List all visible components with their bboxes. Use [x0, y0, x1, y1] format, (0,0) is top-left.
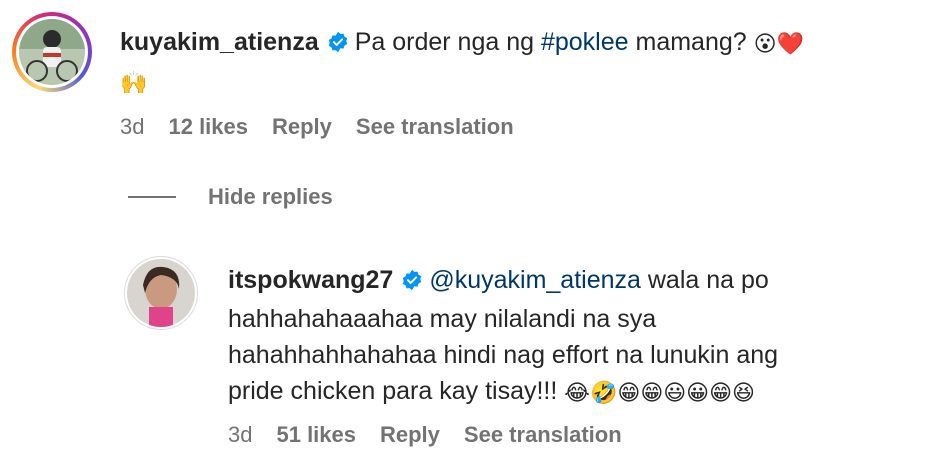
- commenter-username[interactable]: kuyakim_atienza: [120, 28, 319, 56]
- hide-replies-toggle[interactable]: Hide replies: [128, 184, 333, 210]
- commenter-avatar[interactable]: [12, 12, 92, 92]
- replier-username[interactable]: itspokwang27: [228, 266, 393, 294]
- comment-text-suffix: mamang?: [628, 28, 747, 56]
- comment-likes[interactable]: 12 likes: [168, 114, 248, 140]
- comment-see-translation[interactable]: See translation: [356, 114, 514, 140]
- mention-link[interactable]: @kuyakim_atienza: [429, 266, 641, 294]
- comment-meta: 3d 12 likes Reply See translation: [120, 114, 514, 140]
- reply-text-line2: hahhahahaaahaa may nilalandi na sya: [228, 305, 657, 333]
- reply-meta: 3d 51 likes Reply See translation: [228, 422, 622, 448]
- verified-badge-icon: [327, 27, 349, 63]
- comment-body: kuyakim_atienza Pa order nga ng #poklee m…: [120, 24, 910, 99]
- reply-timestamp[interactable]: 3d: [228, 422, 252, 448]
- reply-body: itspokwang27 @kuyakim_atienza wala na po …: [228, 262, 908, 409]
- avatar-photo: [19, 19, 85, 85]
- reply-see-translation[interactable]: See translation: [464, 422, 622, 448]
- reply-text-line4: pride chicken para kay tisay!!!: [228, 377, 565, 405]
- verified-badge-icon: [401, 265, 423, 301]
- hashtag-link[interactable]: #poklee: [541, 28, 629, 56]
- comment-emojis: 😮❤️: [753, 31, 804, 56]
- replies-divider-line: [128, 196, 176, 198]
- reply-text-line1: wala na po: [640, 266, 769, 294]
- replier-avatar[interactable]: [124, 256, 198, 330]
- reply-text-line3: hahahhahhahahaa hindi nag effort na lunu…: [228, 341, 779, 369]
- comment-reply-button[interactable]: Reply: [272, 114, 332, 140]
- reply-reply-button[interactable]: Reply: [380, 422, 440, 448]
- avatar-photo: [127, 259, 195, 327]
- reply-emojis: 😂🤣😁😁😃😀😁😆: [564, 380, 755, 405]
- comment-timestamp[interactable]: 3d: [120, 114, 144, 140]
- reply-likes[interactable]: 51 likes: [276, 422, 356, 448]
- hide-replies-label[interactable]: Hide replies: [208, 184, 333, 210]
- comment-emoji-raising-hands: 🙌: [120, 70, 148, 95]
- comment-text-prefix: Pa order nga ng: [354, 28, 541, 56]
